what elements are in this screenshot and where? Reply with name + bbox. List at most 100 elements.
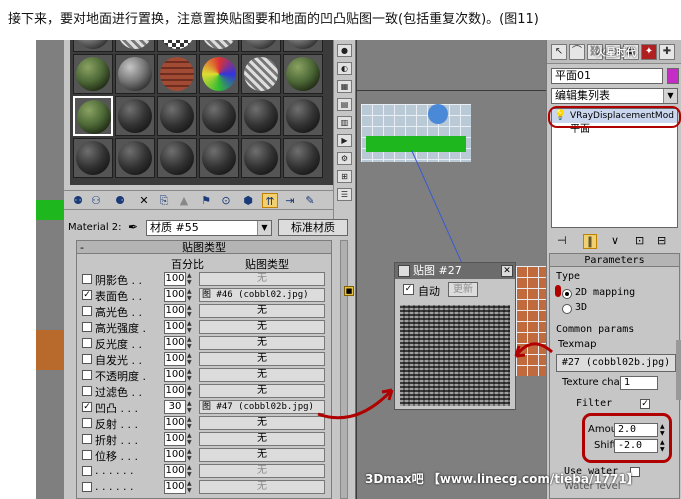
map-slot-button[interactable]: 无	[199, 352, 325, 366]
auto-checkbox[interactable]: ✓	[403, 284, 414, 295]
parameters-rollout-header[interactable]: Parameters	[550, 254, 679, 267]
map-enable-checkbox[interactable]	[82, 466, 92, 476]
pin-stack-icon[interactable]: ⊣	[557, 234, 567, 247]
map-amount-field[interactable]: 100	[164, 320, 186, 334]
map-slot-button[interactable]: 无	[199, 368, 325, 382]
map-enable-checkbox[interactable]	[82, 418, 92, 428]
make-unique-icon[interactable]: ⎘	[156, 193, 172, 208]
map-amount-field[interactable]: 100	[164, 352, 186, 366]
material-slot[interactable]	[283, 96, 323, 136]
material-slot[interactable]	[199, 40, 239, 52]
material-slot[interactable]	[115, 54, 155, 94]
material-name-combo[interactable]: 材质 #55 ▼	[146, 220, 272, 236]
map-amount-field[interactable]: 100	[164, 272, 186, 286]
map-amount-spinner[interactable]: ▲ ▼	[187, 288, 195, 302]
get-material-icon[interactable]: ⚉	[70, 193, 86, 208]
map-amount-spinner[interactable]: ▲ ▼	[187, 464, 195, 478]
map-enable-checkbox[interactable]	[82, 274, 92, 284]
material-effects-icon[interactable]: ⚑	[198, 193, 214, 208]
map-amount-field[interactable]: 100	[164, 448, 186, 462]
map-amount-spinner[interactable]: ▲ ▼	[187, 432, 195, 446]
map-enable-checkbox[interactable]	[82, 322, 92, 332]
map-slot-button[interactable]: 无	[199, 432, 325, 446]
material-slot-selected[interactable]	[73, 96, 113, 136]
map-slot-button[interactable]: 无	[199, 336, 325, 350]
map-amount-spinner[interactable]: ▲ ▼	[187, 448, 195, 462]
go-to-parent-icon[interactable]: ⇈	[262, 193, 278, 208]
material-slot[interactable]	[241, 96, 281, 136]
map-amount-spinner[interactable]: ▲ ▼	[187, 320, 195, 334]
video-check-icon[interactable]: ▥	[337, 116, 352, 129]
map-enable-checkbox[interactable]: ✓	[82, 290, 92, 300]
map-amount-spinner[interactable]: ▲ ▼	[187, 400, 195, 414]
map-amount-field[interactable]: 100	[164, 432, 186, 446]
go-forward-sibling-icon[interactable]: ⇥	[282, 193, 298, 208]
map-amount-field[interactable]: 100	[164, 464, 186, 478]
material-slot[interactable]	[283, 54, 323, 94]
radio-2d-mapping[interactable]	[562, 289, 572, 299]
pick-material-icon[interactable]: ✎	[302, 193, 318, 208]
map-slot-button[interactable]: 无	[199, 480, 325, 494]
material-slot[interactable]	[199, 96, 239, 136]
object-name-field[interactable]: 平面01	[551, 68, 663, 84]
put-to-scene-icon[interactable]: ⚇	[88, 193, 104, 208]
material-slot[interactable]	[115, 96, 155, 136]
material-slot[interactable]	[283, 40, 323, 52]
map-enable-checkbox[interactable]	[82, 434, 92, 444]
material-slot[interactable]	[241, 54, 281, 94]
map-amount-spinner[interactable]: ▲ ▼	[187, 272, 195, 286]
material-slot[interactable]	[241, 138, 281, 178]
lock-icon[interactable]: ■	[344, 286, 354, 296]
map-slot-button[interactable]: 无	[199, 448, 325, 462]
map-amount-field[interactable]: 100	[164, 288, 186, 302]
material-slot[interactable]	[73, 54, 113, 94]
rollout-scrollbar[interactable]	[340, 240, 348, 499]
map-amount-field[interactable]: 30	[164, 400, 186, 414]
map-slot-button[interactable]: 无	[199, 272, 325, 286]
put-to-library-icon[interactable]: ▲	[176, 193, 192, 208]
map-enable-checkbox[interactable]	[82, 450, 92, 460]
map-amount-spinner[interactable]: ▲ ▼	[187, 480, 195, 494]
map-amount-field[interactable]: 100	[164, 384, 186, 398]
assign-to-selection-icon[interactable]: ⚈	[112, 193, 128, 208]
create-tab-icon[interactable]: ↖	[551, 44, 567, 60]
map-slot-button[interactable]: 无	[199, 304, 325, 318]
material-slot[interactable]	[157, 138, 197, 178]
material-slot[interactable]	[157, 96, 197, 136]
make-preview-icon[interactable]: ▶	[337, 134, 352, 147]
material-slot[interactable]	[115, 40, 155, 52]
eyedropper-icon[interactable]: ✒	[128, 220, 138, 234]
show-map-icon[interactable]: ⊙	[218, 193, 234, 208]
update-button[interactable]: 更新	[448, 282, 478, 297]
map-amount-field[interactable]: 100	[164, 368, 186, 382]
show-end-result-icon[interactable]: ∥	[583, 234, 597, 249]
make-unique-icon[interactable]: ∨	[611, 234, 619, 247]
map-amount-field[interactable]: 100	[164, 304, 186, 318]
material-slot[interactable]	[115, 138, 155, 178]
material-slot[interactable]	[241, 40, 281, 52]
show-end-result-icon[interactable]: ⬢	[240, 193, 256, 208]
map-enable-checkbox[interactable]	[82, 370, 92, 380]
texmap-button[interactable]: #27 (cobbl02b.jpg)	[556, 354, 676, 372]
material-navigator-icon[interactable]: ☰	[337, 188, 352, 201]
select-by-material-icon[interactable]: ⊞	[337, 170, 352, 183]
filter-checkbox[interactable]: ✓	[640, 399, 650, 409]
material-slot[interactable]	[199, 138, 239, 178]
map-enable-checkbox[interactable]	[82, 306, 92, 316]
background-icon[interactable]: ▦	[337, 80, 352, 93]
map-enable-checkbox[interactable]: ✓	[82, 402, 92, 412]
map-slot-button[interactable]: 无	[199, 384, 325, 398]
map-enable-checkbox[interactable]	[82, 354, 92, 364]
material-slot[interactable]	[283, 138, 323, 178]
configure-sets-icon[interactable]: ⊟	[657, 234, 666, 247]
material-type-button[interactable]: 标准材质	[278, 219, 348, 236]
material-slot[interactable]	[73, 40, 113, 52]
map-slot-button[interactable]: 无	[199, 416, 325, 430]
backlight-icon[interactable]: ◐	[337, 62, 352, 75]
map-slot-button[interactable]: 无	[199, 464, 325, 478]
map-amount-spinner[interactable]: ▲ ▼	[187, 352, 195, 366]
map-enable-checkbox[interactable]	[82, 386, 92, 396]
reset-map-icon[interactable]: ✕	[136, 193, 152, 208]
map-amount-field[interactable]: 100	[164, 336, 186, 350]
map-enable-checkbox[interactable]	[82, 338, 92, 348]
